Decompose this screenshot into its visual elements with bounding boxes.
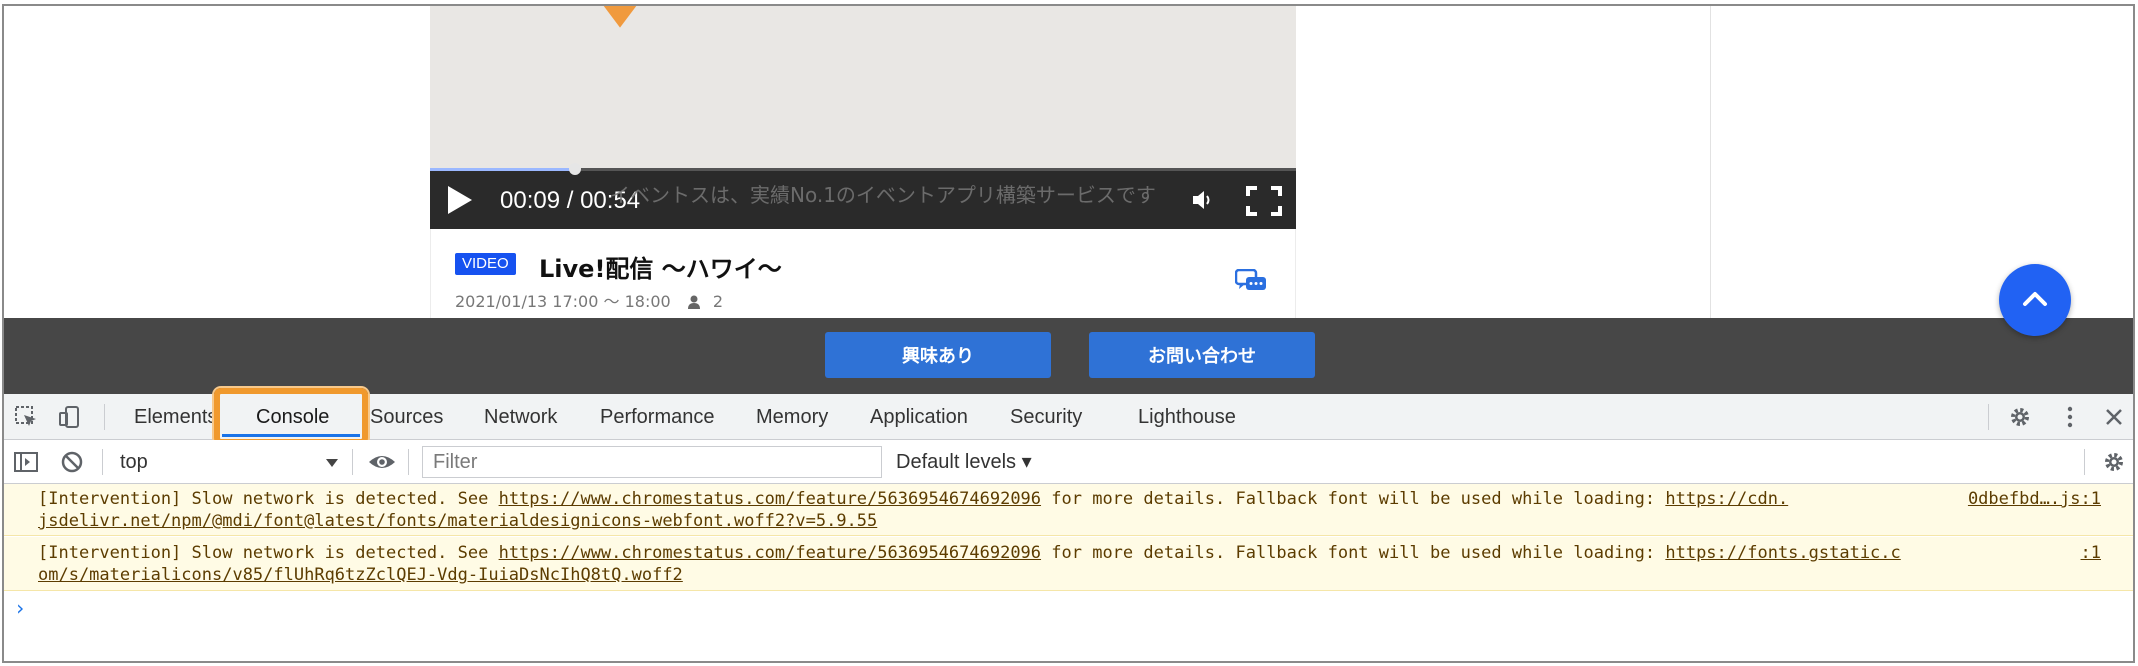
message-source-link[interactable]: 0dbefbd….js:1 [1968,488,2101,510]
tabbar-separator [104,404,105,430]
console-output: [Intervention] Slow network is detected.… [4,484,2133,661]
chat-icon[interactable] [1235,269,1267,295]
tabbar-separator [1988,404,1989,430]
message-url[interactable]: https://cdn. [1665,489,1788,509]
video-card[interactable]: VIDEO Live!配信 〜ハワイ〜 2021/01/13 17:00 〜 1… [430,229,1296,318]
message-line: [Intervention] Slow network is detected.… [38,488,1788,510]
tab-memory[interactable]: Memory [756,394,828,440]
message-middle: for more details. Fallback font will be … [1041,489,1666,509]
chevron-down-icon [326,459,338,467]
web-page: 00:09 / 00:54 イベントスは、実績No.1のイベントアプリ構築サービ… [4,6,2133,318]
console-prompt[interactable]: › [14,596,26,620]
video-title[interactable]: Live!配信 〜ハワイ〜 [539,249,782,284]
message-prefix: [Intervention] Slow network is detected.… [38,489,499,509]
message-line: om/s/materialicons/v85/flUhRq6tzZclQEJ-V… [38,564,683,586]
message-link[interactable]: https://www.chromestatus.com/feature/563… [499,489,1041,509]
devtools-panel: Elements Console Sources Network Perform… [4,388,2133,661]
scroll-to-top-button[interactable] [1999,264,2071,336]
video-datetime: 2021/01/13 17:00 〜 18:00 [455,292,671,311]
toolbar-separator [352,449,353,475]
clear-console-icon[interactable] [60,450,84,474]
column-divider [1710,6,1711,318]
current-time: 00:09 [500,187,561,214]
time-separator: / [560,187,581,214]
contact-button[interactable]: お問い合わせ [1089,332,1315,378]
play-icon[interactable] [448,186,472,214]
console-toolbar: top Default levels ▾ [4,440,2133,484]
tab-elements[interactable]: Elements [134,394,217,440]
message-source-link[interactable]: :1 [2081,542,2101,564]
tab-network[interactable]: Network [484,394,557,440]
console-settings-gear-icon[interactable] [2102,450,2126,474]
log-levels-dropdown[interactable]: Default levels ▾ [896,448,1032,476]
console-warning-message: [Intervention] Slow network is detected.… [4,537,2133,591]
video-caption: イベントスは、実績No.1のイベントアプリ構築サービスです [610,183,1156,207]
interest-button[interactable]: 興味あり [825,332,1051,378]
message-link[interactable]: https://www.chromestatus.com/feature/563… [499,543,1041,563]
chevron-up-icon [2023,292,2047,306]
close-icon[interactable] [2102,405,2126,429]
message-prefix: [Intervention] Slow network is detected.… [38,543,499,563]
toolbar-separator [408,449,409,475]
video-progress-fill [430,168,575,171]
toolbar-separator [102,449,103,475]
live-expression-eye-icon[interactable] [368,450,396,474]
context-value: top [120,451,148,473]
console-warning-message: [Intervention] Slow network is detected.… [4,484,2133,536]
tab-sources[interactable]: Sources [370,394,443,440]
device-toolbar-icon[interactable] [58,405,82,429]
settings-gear-icon[interactable] [2008,405,2032,429]
context-select[interactable]: top [112,448,344,476]
tab-lighthouse[interactable]: Lighthouse [1138,394,1236,440]
tab-performance[interactable]: Performance [600,394,715,440]
fullscreen-icon[interactable] [1246,186,1282,216]
active-tab-indicator [222,434,360,437]
sidebar-toggle-icon[interactable] [14,450,38,474]
video-meta: 2021/01/13 17:00 〜 18:00 2 [455,288,723,312]
message-line: jsdelivr.net/npm/@mdi/font@latest/fonts/… [38,510,877,532]
video-player[interactable]: 00:09 / 00:54 イベントスは、実績No.1のイベントアプリ構築サービ… [430,6,1296,229]
attendee-count: 2 [712,292,724,311]
toolbar-separator [2084,449,2085,475]
message-url[interactable]: https://fonts.gstatic.c [1665,543,1900,563]
screenshot-frame: 00:09 / 00:54 イベントスは、実績No.1のイベントアプリ構築サービ… [2,4,2135,663]
volume-icon[interactable] [1190,187,1216,213]
video-badge: VIDEO [455,253,516,275]
cta-bar: 興味あり お問い合わせ [4,318,2133,394]
person-icon [687,295,700,309]
video-progress-bar[interactable] [430,163,1296,175]
message-middle: for more details. Fallback font will be … [1041,543,1666,563]
message-url-continued[interactable]: om/s/materialicons/v85/flUhRq6tzZclQEJ-V… [38,565,683,585]
more-options-icon[interactable] [2058,405,2082,429]
event-logo-icon [603,6,637,28]
message-url-continued[interactable]: jsdelivr.net/npm/@mdi/font@latest/fonts/… [38,511,877,531]
devtools-tabbar: Elements Console Sources Network Perform… [4,388,2133,445]
tab-security[interactable]: Security [1010,394,1082,440]
filter-input[interactable] [422,446,882,478]
inspect-element-icon[interactable] [14,405,38,429]
message-line: [Intervention] Slow network is detected.… [38,542,1901,564]
tab-application[interactable]: Application [870,394,968,440]
video-progress-knob[interactable] [568,163,581,175]
